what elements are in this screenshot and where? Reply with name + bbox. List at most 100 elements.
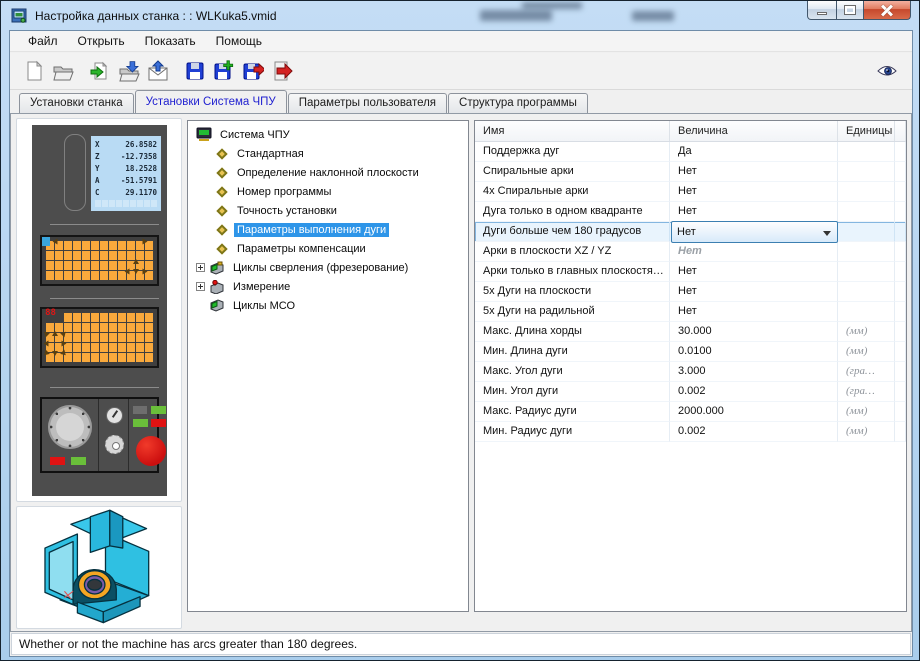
param-name: 4х Спиральные арки <box>475 182 670 202</box>
diamond-icon <box>216 147 228 160</box>
window-title: Настройка данных станка : : WLKuka5.vmid <box>35 8 277 23</box>
save-export-button[interactable] <box>239 58 266 85</box>
window-controls <box>807 1 911 20</box>
titlebar[interactable]: Настройка данных станка : : WLKuka5.vmid <box>2 1 918 30</box>
param-value[interactable]: 30.000 <box>670 322 838 342</box>
param-units <box>838 182 895 202</box>
table-row[interactable]: Макс. Длина хорды 30.000 (мм) <box>475 322 906 342</box>
tree-item-arc-parameters[interactable]: Параметры выполнения дуги <box>188 220 468 239</box>
param-value[interactable]: Нет <box>670 262 838 282</box>
param-value[interactable]: Нет <box>670 302 838 322</box>
tab-program-structure[interactable]: Структура программы <box>448 93 588 113</box>
tree-item-root[interactable]: Система ЧПУ <box>188 125 468 144</box>
table-row[interactable]: Мин. Радиус дуги 0.002 (мм) <box>475 422 906 442</box>
param-value[interactable]: Да <box>670 142 838 162</box>
table-row[interactable]: Мин. Длина дуги 0.0100 (мм) <box>475 342 906 362</box>
table-row[interactable]: Макс. Угол дуги 3.000 (гра… <box>475 362 906 382</box>
softkey-strip <box>95 200 157 207</box>
table-row[interactable]: Нет Дуги больше чем 180 градусов <box>475 221 906 243</box>
tab-user-parameters[interactable]: Параметры пользователя <box>287 93 448 113</box>
save-add-button[interactable] <box>210 58 237 85</box>
table-row[interactable]: 5х Дуги на радильной Нет <box>475 302 906 322</box>
param-units: (мм) <box>838 322 895 342</box>
param-value[interactable]: 2000.000 <box>670 402 838 422</box>
selector-knob <box>106 407 123 424</box>
exit-icon <box>274 61 293 81</box>
param-name: Макс. Длина хорды <box>475 322 670 342</box>
header-name[interactable]: Имя <box>475 121 670 141</box>
machine-3d-icon <box>44 509 150 624</box>
menu-file[interactable]: Файл <box>18 31 68 51</box>
table-row[interactable]: 5х Дуги на плоскости Нет <box>475 282 906 302</box>
chevron-down-icon[interactable] <box>823 231 831 236</box>
param-value[interactable]: 3.000 <box>670 362 838 382</box>
param-units: (гра… <box>838 382 895 402</box>
menu-help[interactable]: Помощь <box>206 31 272 51</box>
close-button[interactable] <box>863 1 911 20</box>
tree-item-tilted-plane[interactable]: Определение наклонной плоскости <box>188 163 468 182</box>
param-value[interactable]: 0.002 <box>670 382 838 402</box>
mco-cycles-icon <box>210 298 224 312</box>
tab-cnc-system-settings[interactable]: Установки Система ЧПУ <box>134 90 287 113</box>
open-folder-button[interactable] <box>49 58 76 85</box>
expand-icon[interactable] <box>196 263 205 272</box>
import-file-icon <box>90 61 107 80</box>
param-value[interactable]: Нет <box>670 242 838 262</box>
table-row[interactable]: Мин. Угол дуги 0.002 (гра… <box>475 382 906 402</box>
header-units[interactable]: Единицы <box>838 121 895 141</box>
value-combobox[interactable]: Нет <box>671 221 838 243</box>
maximize-button[interactable] <box>836 1 864 20</box>
new-file-icon <box>27 60 42 81</box>
diamond-icon <box>216 166 228 179</box>
exit-button[interactable] <box>268 58 295 85</box>
param-name: Поддержка дуг <box>475 142 670 162</box>
diamond-icon <box>216 204 228 217</box>
blue-key <box>42 237 50 246</box>
menu-open[interactable]: Открыть <box>68 31 135 51</box>
emergency-stop-button <box>136 436 166 466</box>
table-row[interactable]: Арки в плоскости XZ / YZ Нет <box>475 242 906 262</box>
new-file-button[interactable] <box>20 58 47 85</box>
tree-item-mco-cycles[interactable]: Циклы МСО <box>188 296 468 315</box>
save-button[interactable] <box>181 58 208 85</box>
combobox-value: Нет <box>677 226 696 238</box>
load-file-button[interactable] <box>115 58 142 85</box>
tree-item-program-number[interactable]: Номер программы <box>188 182 468 201</box>
param-value[interactable]: 0.002 <box>670 422 838 442</box>
table-row[interactable]: Макс. Радиус дуги 2000.000 (мм) <box>475 402 906 422</box>
menu-show[interactable]: Показать <box>135 31 206 51</box>
param-value[interactable]: 0.0100 <box>670 342 838 362</box>
expand-icon[interactable] <box>196 282 205 291</box>
preview-eye-button[interactable] <box>873 58 900 85</box>
minimize-button[interactable] <box>807 1 837 20</box>
mail-upload-button[interactable] <box>144 58 171 85</box>
param-value[interactable]: Нет <box>670 202 838 222</box>
table-row[interactable]: 4х Спиральные арки Нет <box>475 182 906 202</box>
table-row[interactable]: Спиральные арки Нет <box>475 162 906 182</box>
mail-upload-icon <box>148 60 167 81</box>
menubar: Файл Открыть Показать Помощь <box>10 31 912 52</box>
table-row[interactable]: Дуга только в одном квадранте Нет <box>475 202 906 222</box>
tab-machine-settings[interactable]: Установки станка <box>19 93 134 113</box>
table-row[interactable]: Поддержка дуг Да <box>475 142 906 162</box>
measure-probe-icon <box>210 279 224 294</box>
tree-item-measurement[interactable]: Измерение <box>188 277 468 296</box>
param-name: Арки в плоскости XZ / YZ <box>475 242 670 262</box>
param-value[interactable]: Нет <box>670 282 838 302</box>
gray-button <box>133 406 147 414</box>
tab-page: X 26.8582 Z -12.7358 Y 18.2528 A -51.5791 C2… <box>10 113 912 632</box>
tree-item-compensation[interactable]: Параметры компенсации <box>188 239 468 258</box>
save-export-icon <box>243 62 264 80</box>
tree-item-drill-cycles[interactable]: Циклы сверления (фрезерование) <box>188 258 468 277</box>
table-row[interactable]: Арки только в главных плоскостя… Нет <box>475 262 906 282</box>
tree-item-setup-accuracy[interactable]: Точность установки <box>188 201 468 220</box>
status-text: Whether or not the machine has arcs grea… <box>11 633 911 655</box>
import-file-button[interactable] <box>86 58 113 85</box>
tree-item-standard[interactable]: Стандартная <box>188 144 468 163</box>
param-name: Мин. Радиус дуги <box>475 422 670 442</box>
header-value[interactable]: Величина <box>670 121 838 141</box>
toolbar <box>10 53 912 90</box>
param-value[interactable]: Нет <box>670 182 838 202</box>
param-value[interactable]: Нет <box>670 162 838 182</box>
param-units: (мм) <box>838 422 895 442</box>
